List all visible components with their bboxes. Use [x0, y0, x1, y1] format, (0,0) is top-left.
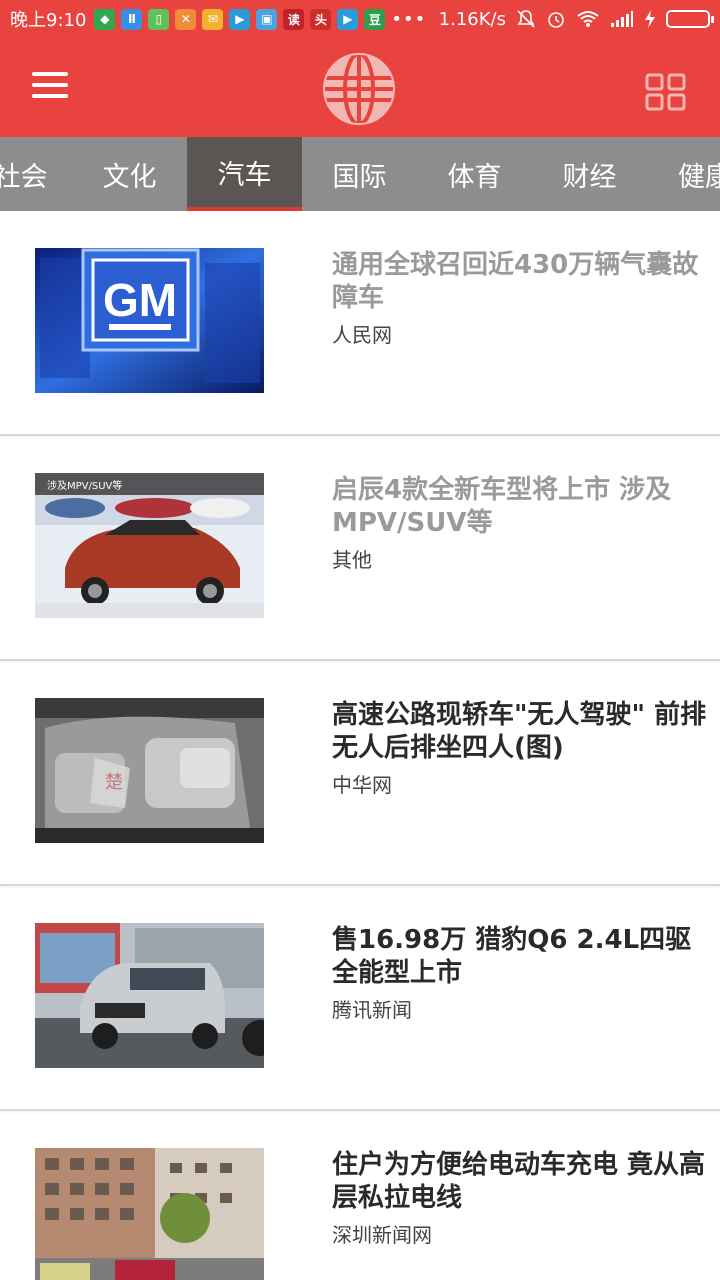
category-tabs: 社会 文化 汽车 国际 体育 财经 健康 [0, 137, 720, 211]
app-icon-douban: 豆 [364, 8, 386, 30]
tab-health[interactable]: 健康 [648, 137, 720, 211]
news-list: GM 通用全球召回近430万辆气囊故障车 人民网 涉及MPV/SUV等 启辰4款… [0, 211, 720, 1280]
tab-society[interactable]: 社会 [0, 137, 78, 211]
notification-icons: ◆ Ⅱ ▯ ✕ ✉ ▶ ▣ 读头 ▶ 豆 [94, 8, 386, 30]
battery-icon [666, 10, 714, 28]
grid-icon[interactable] [644, 72, 688, 112]
globe-icon [323, 52, 395, 126]
tab-culture[interactable]: 文化 [72, 137, 187, 211]
news-title: 售16.98万 猎豹Q6 2.4L四驱全能型上市 [332, 925, 692, 988]
status-right: 1.16K/s [438, 8, 714, 30]
app-header [0, 38, 720, 137]
news-source: 腾讯新闻 [332, 998, 412, 1022]
gm-logo-image: GM [35, 248, 264, 393]
building-image [35, 1148, 264, 1280]
more-notifications-icon: ••• [391, 8, 427, 30]
svg-text:楚: 楚 [105, 772, 123, 793]
tab-auto[interactable]: 汽车 [187, 137, 302, 211]
news-item[interactable]: 住户为方便给电动车充电 竟从高层私拉电线 深圳新闻网 [0, 1111, 720, 1280]
status-bar: 晚上9:10 ◆ Ⅱ ▯ ✕ ✉ ▶ ▣ 读头 ▶ 豆 ••• 1.16K/s [0, 0, 720, 38]
app-icon-yellow: ✉ [202, 8, 224, 30]
app-icon-box: ▣ [256, 8, 278, 30]
news-title: 住户为方便给电动车充电 竟从高层私拉电线 [332, 1150, 706, 1213]
app-icon-blue: Ⅱ [121, 8, 143, 30]
app-icon-play: ▶ [229, 8, 251, 30]
hamburger-menu-icon[interactable] [32, 72, 72, 102]
news-title: 高速公路现轿车"无人驾驶" 前排无人后排坐四人(图) [332, 700, 707, 763]
silver-suv-image [35, 923, 264, 1068]
app-icon-lightgreen: ▯ [148, 8, 170, 30]
news-source: 深圳新闻网 [332, 1223, 432, 1247]
app-icon-green: ◆ [94, 8, 116, 30]
app-icon-news: 头 [310, 8, 332, 30]
news-title: 通用全球召回近430万辆气囊故障车 [332, 250, 699, 313]
svg-text:GM: GM [103, 274, 177, 326]
status-time: 晚上9:10 [10, 10, 87, 31]
signal-icon [611, 11, 633, 27]
charging-icon [645, 10, 655, 28]
news-source: 人民网 [332, 323, 392, 347]
network-speed: 1.16K/s [438, 8, 506, 30]
wifi-icon [577, 11, 599, 27]
news-item[interactable]: 售16.98万 猎豹Q6 2.4L四驱全能型上市 腾讯新闻 [0, 886, 720, 1111]
red-suv-image: 涉及MPV/SUV等 [35, 473, 264, 618]
app-icon-play2: ▶ [337, 8, 359, 30]
app-icon-read: 读 [283, 8, 305, 30]
news-source: 其他 [332, 548, 372, 572]
tab-finance[interactable]: 财经 [532, 137, 647, 211]
news-item[interactable]: 楚 高速公路现轿车"无人驾驶" 前排无人后排坐四人(图) 中华网 [0, 661, 720, 886]
news-source: 中华网 [332, 773, 392, 797]
news-item[interactable]: GM 通用全球召回近430万辆气囊故障车 人民网 [0, 211, 720, 436]
tab-sports[interactable]: 体育 [417, 137, 532, 211]
thumb-caption: 涉及MPV/SUV等 [47, 479, 122, 492]
news-item[interactable]: 涉及MPV/SUV等 启辰4款全新车型将上市 涉及MPV/SUV等 其他 [0, 436, 720, 661]
car-interior-image: 楚 [35, 698, 264, 843]
app-icon-orange: ✕ [175, 8, 197, 30]
news-title: 启辰4款全新车型将上市 涉及MPV/SUV等 [332, 475, 672, 538]
tab-international[interactable]: 国际 [302, 137, 417, 211]
alarm-icon [548, 12, 564, 28]
mute-icon [517, 10, 535, 28]
